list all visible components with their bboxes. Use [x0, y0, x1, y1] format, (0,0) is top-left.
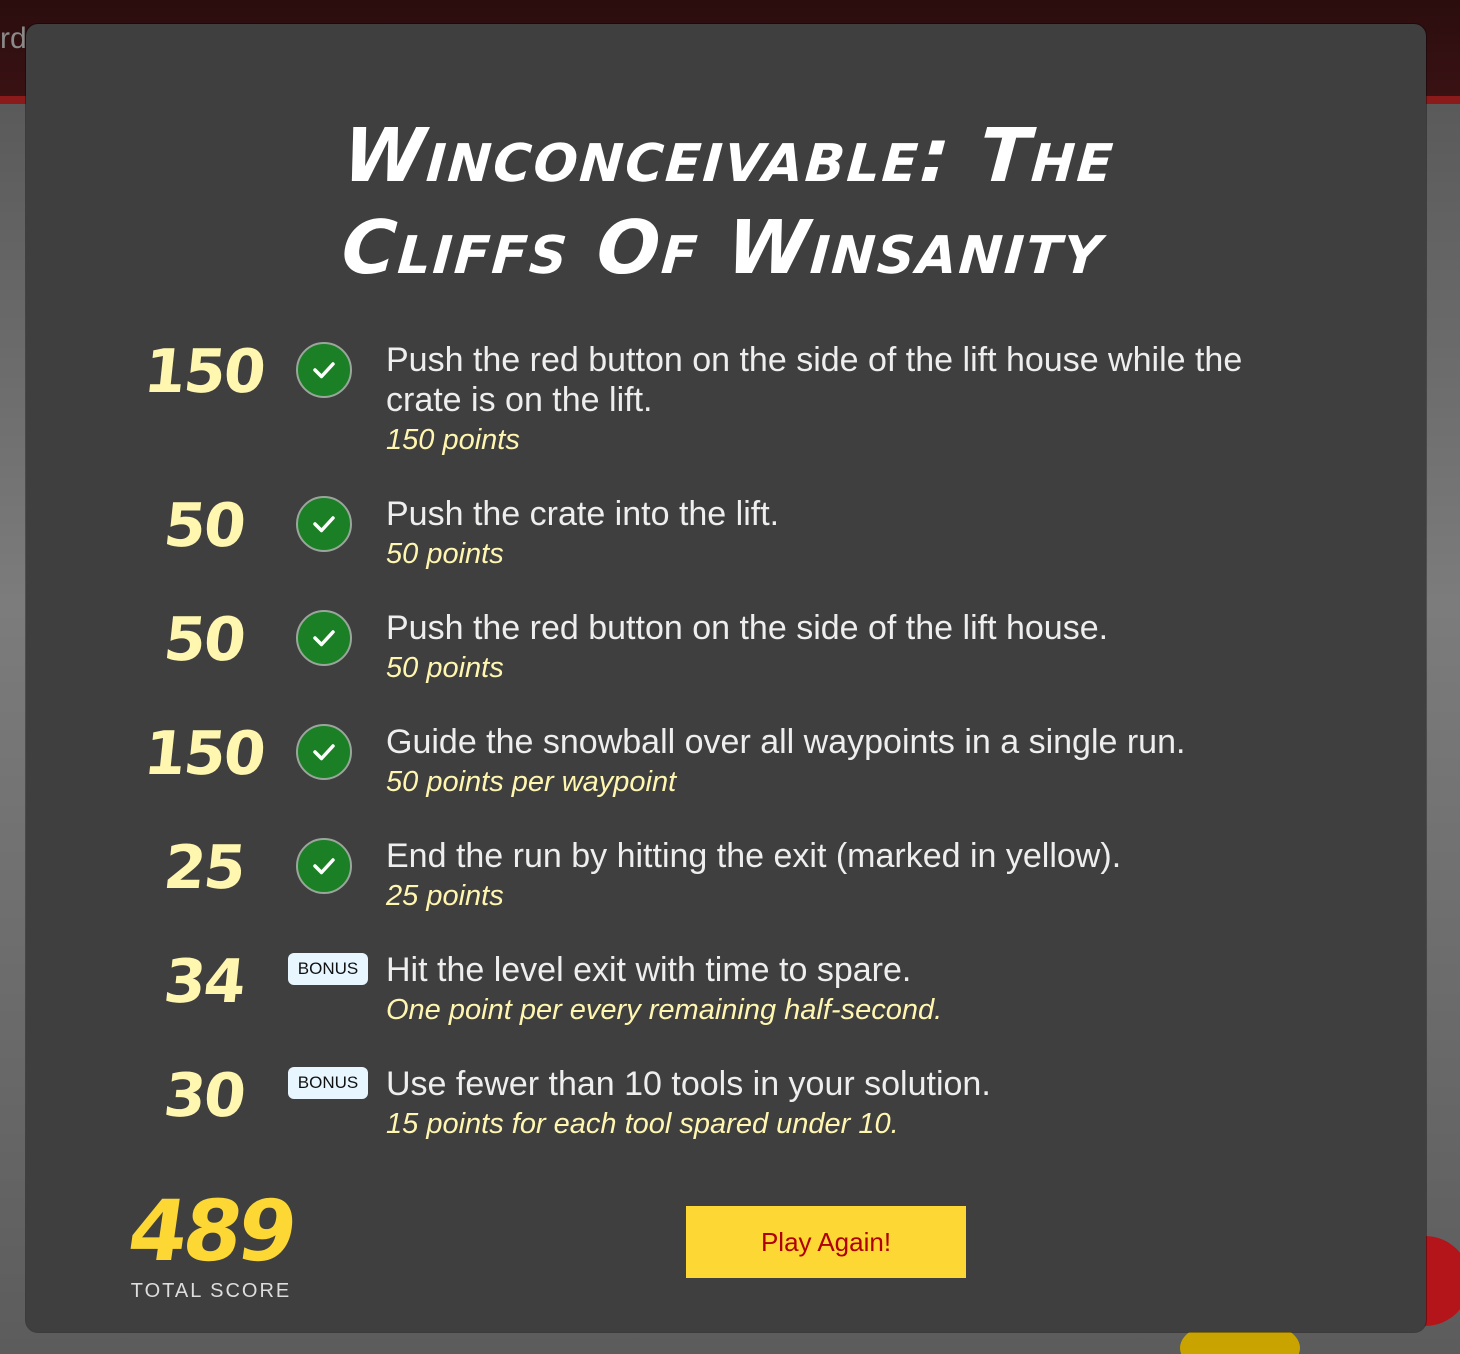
bonus-badge: BONUS [288, 953, 368, 985]
goal-score: 50 [160, 605, 248, 675]
play-again-button[interactable]: Play Again! [686, 1206, 966, 1278]
goal-score: 34 [160, 947, 248, 1017]
goal-points: 25 points [386, 880, 504, 912]
goal-score: 25 [160, 833, 248, 903]
goal-description: Push the crate into the lift. [386, 495, 780, 533]
goal-points: 15 points for each tool spared under 10. [386, 1108, 899, 1140]
goal-description: Hit the level exit with time to spare. [386, 951, 912, 989]
level-title: Winconceivable: The Cliffs Of Winsanity [20, 110, 1433, 294]
goal-description: End the run by hitting the exit (marked … [386, 837, 1122, 875]
check-icon [296, 724, 352, 780]
check-icon [296, 838, 352, 894]
goal-description: Push the red button on the side of the l… [386, 341, 1243, 419]
level-title-line-2: Cliffs Of Winsanity [339, 205, 1107, 291]
bonus-badge: BONUS [288, 1067, 368, 1099]
total-score-label: TOTAL SCORE [130, 1280, 292, 1302]
background-text-fragment: rd [0, 22, 27, 55]
total-score-value: 489 [122, 1182, 300, 1280]
goal-description: Push the red button on the side of the l… [386, 609, 1109, 647]
total-score: 489 TOTAL SCORE [122, 1182, 299, 1303]
goal-points: One point per every remaining half-secon… [386, 994, 943, 1026]
goal-points: 50 points [386, 652, 504, 684]
goal-points: 150 points [386, 424, 520, 456]
goal-description: Guide the snowball over all waypoints in… [386, 723, 1186, 761]
check-icon [296, 342, 352, 398]
goal-score: 150 [140, 719, 268, 789]
goal-description: Use fewer than 10 tools in your solution… [386, 1065, 991, 1103]
check-icon [296, 610, 352, 666]
level-title-line-1: Winconceivable: The [340, 113, 1118, 199]
goal-score: 30 [160, 1061, 248, 1131]
score-summary-modal: Winconceivable: The Cliffs Of Winsanity … [26, 24, 1426, 1332]
goal-points: 50 points [386, 538, 504, 570]
goal-points: 50 points per waypoint [386, 766, 677, 798]
goal-score: 150 [140, 337, 268, 407]
goal-score: 50 [160, 491, 248, 561]
check-icon [296, 496, 352, 552]
